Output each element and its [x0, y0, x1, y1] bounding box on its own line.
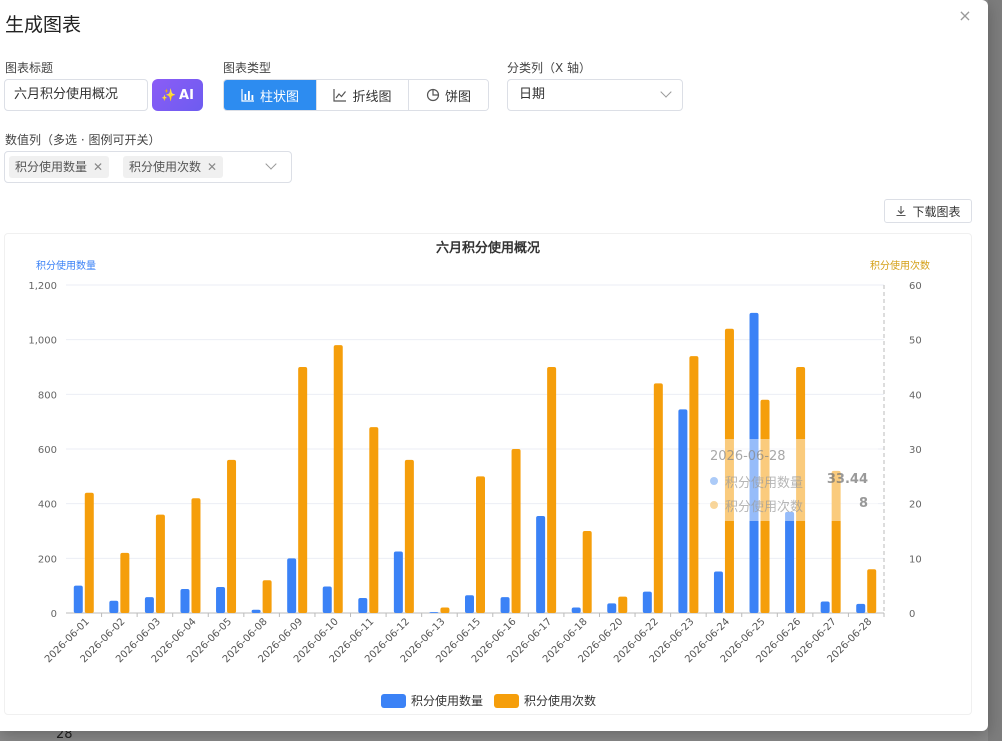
y-left-tick-label: 600 [38, 445, 57, 456]
bar-chart: 六月积分使用概况积分使用数量 积分使用次数02004006008001,0001,… [28, 240, 930, 708]
legend-label-series-1: 积分使用数量 [411, 693, 483, 708]
bar-series-1 [713, 571, 723, 613]
bar-series-2 [120, 552, 130, 613]
bar-series-2 [582, 531, 592, 613]
bar-series-1 [358, 597, 368, 613]
bar-series-2 [227, 459, 237, 613]
chart-dialog: 生成图表 × 图表标题 六月积分使用概况 ✨ AI 图表类型 柱状图 折线图 饼… [0, 0, 988, 731]
tooltip-row: 积分使用次数 8 [710, 496, 868, 515]
legend-swatch-series-2 [494, 694, 519, 708]
bar-series-1 [144, 597, 154, 613]
bar-series-2 [476, 476, 485, 613]
tooltip-series-name: 积分使用数量 [725, 476, 804, 491]
legend-swatch-series-1 [381, 694, 406, 708]
bar-series-1 [109, 600, 119, 613]
bar-series-1 [429, 612, 439, 613]
bar-series-1 [785, 511, 795, 613]
tooltip-value: 33.44 [826, 472, 868, 487]
bar-series-1 [536, 515, 546, 613]
bar-series-2 [369, 427, 379, 613]
tooltip-dot [710, 501, 718, 509]
tooltip-value: 8 [858, 496, 868, 511]
bar-series-1 [571, 607, 581, 613]
bar-series-2 [404, 459, 414, 613]
y-left-tick-label: 800 [38, 390, 57, 401]
tooltip-series-name: 积分使用次数 [725, 500, 804, 515]
bar-series-1 [393, 551, 403, 613]
bar-series-2 [333, 345, 343, 613]
bar-series-1 [73, 585, 83, 613]
backdrop [988, 0, 1002, 741]
bar-series-1 [856, 603, 866, 613]
tooltip-dot [710, 477, 718, 485]
y-right-tick-label: 60 [909, 281, 922, 292]
bar-series-1 [216, 587, 226, 613]
bar-series-1 [820, 601, 830, 613]
bar-series-2 [618, 596, 628, 613]
bar-series-1 [642, 591, 652, 613]
bar-series-1 [287, 558, 297, 613]
y-left-tick-label: 1,000 [28, 336, 57, 347]
y-left-tick-label: 0 [51, 609, 57, 620]
tooltip-title: 2026-06-28 [710, 449, 786, 464]
bar-series-2 [511, 449, 521, 613]
bar-series-2 [689, 356, 699, 613]
legend-label-series-2: 积分使用次数 [524, 693, 596, 708]
y-right-tick-label: 0 [909, 609, 915, 620]
bar-series-2 [191, 498, 201, 613]
bar-series-2 [298, 367, 308, 613]
bar-series-1 [500, 597, 510, 613]
y-left-tick-label: 1,200 [28, 281, 57, 292]
y-right-axis-label: 积分使用次数 [870, 259, 930, 272]
bar-series-2 [155, 514, 165, 613]
chart-tooltip: 2026-06-28 积分使用数量 33.44 积分使用次数 8 [700, 439, 878, 521]
bar-series-1 [251, 609, 261, 613]
bar-series-2 [867, 569, 877, 613]
bar-series-2 [547, 367, 557, 613]
bar-series-1 [465, 595, 474, 613]
y-right-tick-label: 30 [909, 445, 922, 456]
y-right-tick-label: 10 [909, 554, 922, 565]
bar-series-2 [653, 383, 663, 613]
tooltip-row: 积分使用数量 33.44 [710, 472, 868, 491]
bar-series-2 [262, 580, 272, 613]
bar-series-1 [322, 586, 332, 613]
y-right-tick-label: 40 [909, 390, 922, 401]
bar-series-1 [678, 409, 688, 613]
chart-title: 六月积分使用概况 [436, 240, 540, 256]
y-left-axis-label: 积分使用数量 [36, 259, 96, 272]
y-right-tick-label: 20 [909, 500, 922, 511]
bar-series-2 [440, 607, 450, 613]
bar-series-1 [607, 603, 617, 613]
bar-series-2 [84, 492, 94, 613]
y-right-tick-label: 50 [909, 336, 922, 347]
bar-series-1 [180, 588, 190, 613]
y-left-tick-label: 200 [38, 554, 57, 565]
y-left-tick-label: 400 [38, 500, 57, 511]
